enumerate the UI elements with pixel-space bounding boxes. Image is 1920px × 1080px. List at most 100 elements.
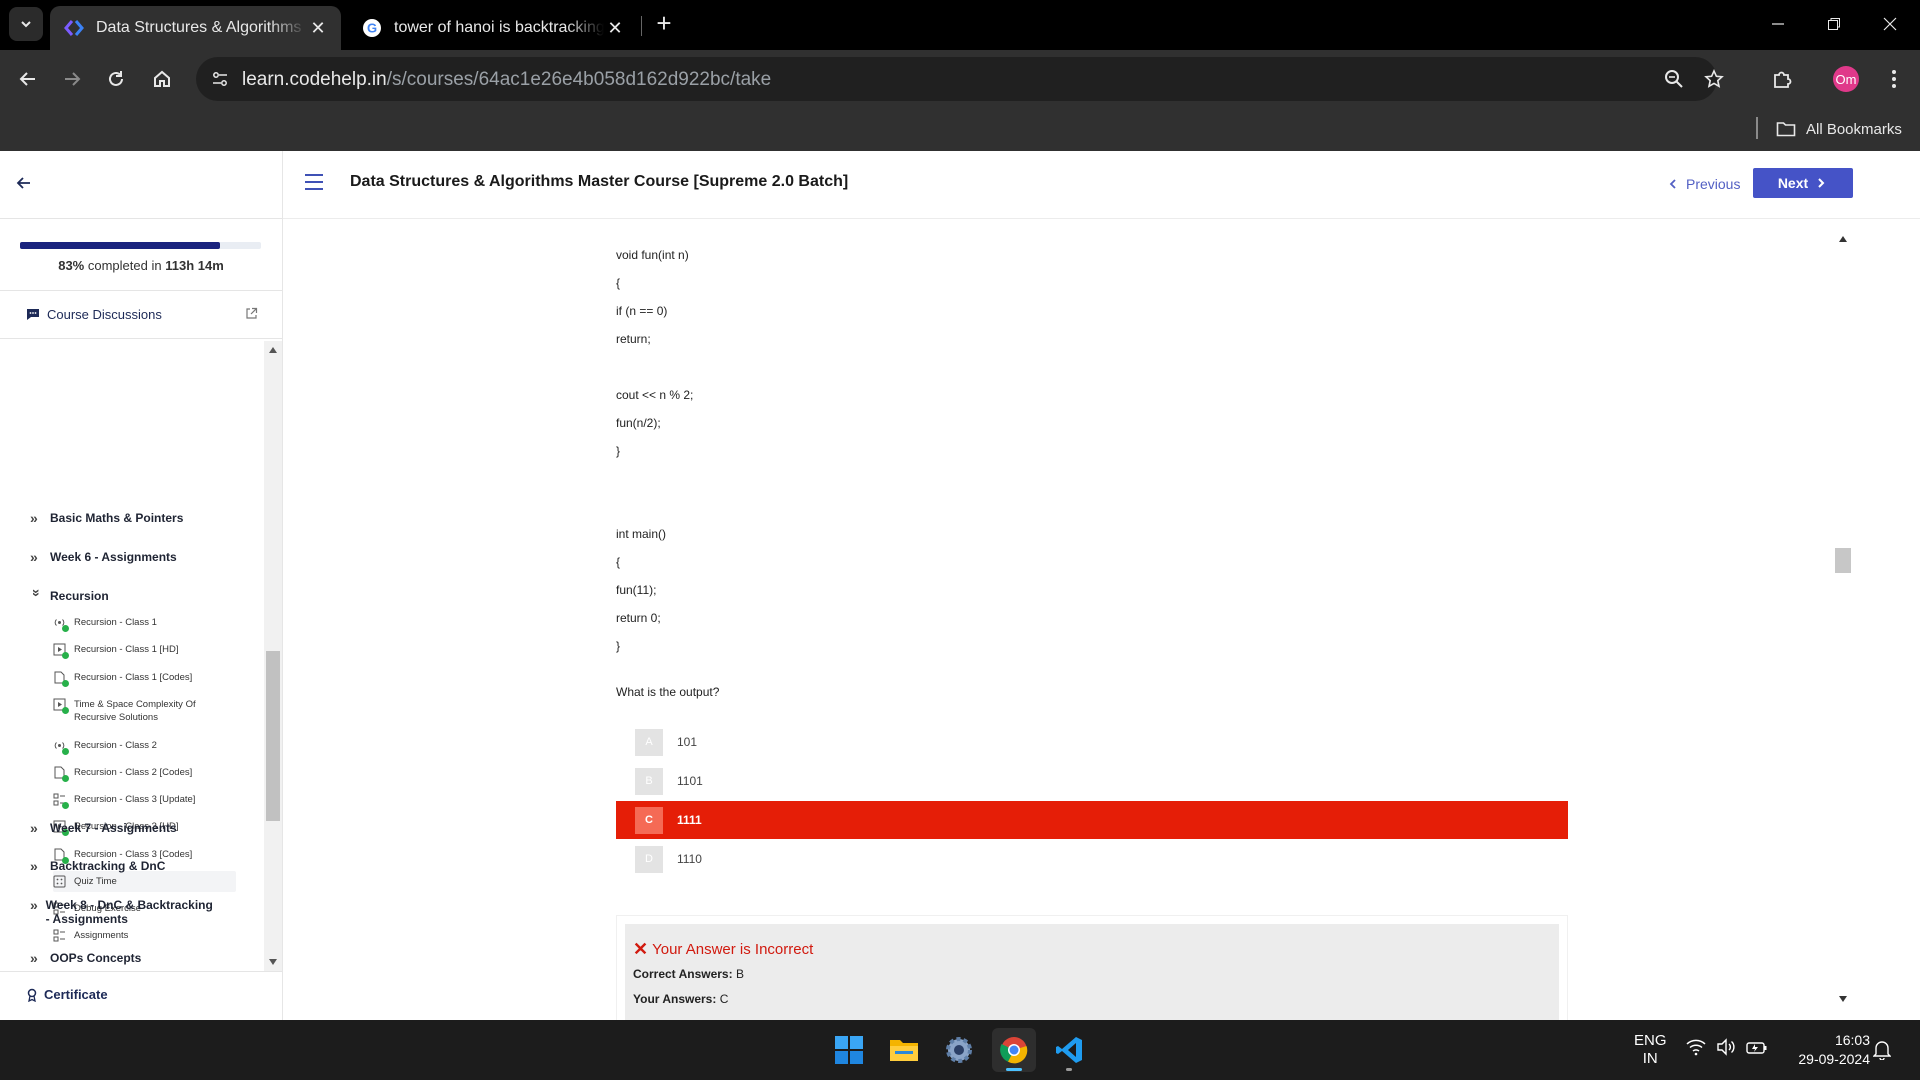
lesson-label: Quiz Time	[74, 876, 117, 887]
lesson-quiz-time[interactable]: Quiz Time	[53, 871, 236, 892]
tab-search-button[interactable]	[9, 7, 43, 41]
system-clock[interactable]: 16:03 29-09-2024	[1780, 1031, 1870, 1069]
back-button[interactable]	[12, 63, 44, 95]
lang-line-1: ENG	[1634, 1032, 1667, 1049]
browser-menu-button[interactable]	[1878, 63, 1910, 95]
active-indicator	[1006, 1068, 1022, 1071]
code-line: return;	[616, 332, 651, 346]
arrow-right-icon	[65, 72, 81, 86]
tab-codehelp[interactable]: Data Structures & Algorithms Master Cour…	[50, 6, 341, 50]
answer-option-a[interactable]: A 101	[616, 723, 1568, 761]
new-tab-button[interactable]: +	[650, 10, 678, 38]
input-language-indicator[interactable]: ENG IN	[1634, 1032, 1667, 1068]
url-text: learn.codehelp.in/s/courses/64ac1e26e4b0…	[242, 69, 771, 91]
chevron-double-right-icon: »	[30, 858, 38, 874]
chrome-icon[interactable]	[992, 1028, 1036, 1072]
all-bookmarks-button[interactable]: All Bookmarks	[1776, 117, 1902, 141]
address-bar[interactable]: learn.codehelp.in/s/courses/64ac1e26e4b0…	[196, 57, 1724, 101]
external-link-icon	[246, 307, 258, 319]
home-icon	[154, 70, 170, 87]
reload-icon	[109, 71, 123, 86]
doc-icon	[53, 671, 69, 687]
home-button[interactable]	[146, 63, 178, 95]
tab-google-search[interactable]: G tower of hanoi is backtracking algorit…	[348, 6, 638, 50]
lesson-recursion-class-1-hd[interactable]: Recursion - Class 1 [HD]	[53, 643, 236, 659]
lesson-recursion-class-1[interactable]: Recursion - Class 1	[53, 616, 236, 632]
sidebar-scrollbar[interactable]	[264, 341, 282, 971]
profile-avatar[interactable]: Om	[1833, 66, 1859, 92]
course-title: Data Structures & Algorithms Master Cour…	[350, 173, 849, 190]
restore-icon	[1828, 18, 1840, 30]
scroll-up-arrow[interactable]	[269, 347, 277, 353]
lesson-recursion-class-1-codes[interactable]: Recursion - Class 1 [Codes]	[53, 671, 236, 687]
wifi-icon	[1686, 1039, 1706, 1056]
url-domain: learn.codehelp.in	[242, 69, 387, 90]
scrollbar-thumb[interactable]	[1835, 548, 1851, 573]
scrollbar-thumb[interactable]	[266, 651, 280, 821]
lesson-time-space-complexity[interactable]: Time & Space Complexity Of Recursive Sol…	[53, 698, 236, 724]
lesson-recursion-class-2-codes[interactable]: Recursion - Class 2 [Codes]	[53, 766, 236, 782]
lesson-recursion-class-3-update[interactable]: Recursion - Class 3 [Update]	[53, 793, 236, 809]
extensions-button[interactable]	[1766, 63, 1798, 95]
close-tab-icon[interactable]: ✕	[604, 17, 626, 39]
bookmark-star-icon[interactable]	[1702, 67, 1726, 91]
section-oops-concepts[interactable]: » OOPs Concepts	[30, 951, 141, 965]
bookmarks-bar: All Bookmarks	[0, 108, 1920, 151]
section-week-7-assignments[interactable]: » Week 7 - Assignments	[30, 821, 177, 835]
vscode-icon[interactable]	[1047, 1028, 1091, 1072]
scroll-up-arrow[interactable]	[1839, 236, 1847, 242]
course-header: Data Structures & Algorithms Master Cour…	[283, 151, 1920, 219]
web-page: 83% completed in 113h 14m Course Discuss…	[0, 151, 1920, 1020]
section-week-6-assignments[interactable]: » Week 6 - Assignments	[30, 550, 177, 564]
incorrect-x-icon: ✕	[633, 939, 649, 959]
answer-option-b[interactable]: B 1101	[616, 762, 1568, 800]
divider	[0, 290, 282, 291]
code-line: }	[616, 444, 621, 458]
answer-option-d[interactable]: D 1110	[616, 840, 1568, 878]
restore-button[interactable]	[1806, 0, 1862, 48]
settings-icon[interactable]	[937, 1028, 981, 1072]
lesson-assignments[interactable]: Assignments	[53, 929, 236, 942]
minimize-button[interactable]	[1750, 0, 1806, 48]
reload-button[interactable]	[100, 63, 132, 95]
windows-start-icon[interactable]	[827, 1028, 871, 1072]
close-tab-icon[interactable]: ✕	[307, 17, 329, 39]
certificate-link[interactable]: Certificate	[26, 987, 108, 1002]
next-button[interactable]: Next	[1753, 168, 1853, 198]
quiz-content: void fun(int n) { if (n == 0) return; co…	[283, 220, 1840, 1020]
chevron-double-right-icon: »	[30, 950, 38, 966]
lesson-label: Recursion - Class 1 [Codes]	[74, 672, 193, 683]
site-info-icon[interactable]	[206, 65, 234, 93]
tab-title: Data Structures & Algorithms Master Cour…	[96, 19, 307, 36]
list-icon	[53, 929, 66, 942]
svg-text:G: G	[367, 21, 377, 36]
section-backtracking-dnc[interactable]: » Backtracking & DnC	[30, 859, 165, 873]
answer-option-c[interactable]: C 1111	[616, 801, 1568, 839]
section-basic-maths-pointers[interactable]: » Basic Maths & Pointers	[30, 511, 183, 525]
lesson-label: Recursion - Class 1	[74, 617, 157, 628]
bookmarks-separator	[1756, 117, 1758, 139]
scroll-down-arrow[interactable]	[1839, 996, 1847, 1002]
close-window-button[interactable]	[1862, 0, 1918, 48]
option-text: 101	[677, 735, 698, 749]
notification-bell-icon[interactable]	[1873, 1040, 1891, 1060]
course-discussions-link[interactable]: Course Discussions	[26, 303, 258, 325]
menu-toggle-icon[interactable]	[305, 174, 325, 192]
volume-icon	[1717, 1038, 1735, 1056]
file-explorer-icon[interactable]	[882, 1028, 926, 1072]
section-week-8-dnc-backtracking[interactable]: » Week 8 - DnC & Backtracking - Assignme…	[30, 898, 220, 926]
certificate-label: Certificate	[44, 987, 108, 1002]
lesson-recursion-class-2[interactable]: Recursion - Class 2	[53, 739, 236, 755]
section-recursion[interactable]: » Recursion	[29, 589, 109, 603]
chevron-down-icon	[21, 21, 31, 28]
forward-button[interactable]	[56, 63, 88, 95]
scroll-down-arrow[interactable]	[269, 959, 277, 965]
back-to-course-button[interactable]	[12, 171, 36, 195]
content-scrollbar[interactable]	[1834, 234, 1852, 1004]
previous-button[interactable]: Previous	[1666, 172, 1740, 196]
zoom-icon[interactable]	[1662, 67, 1686, 91]
system-tray[interactable]	[1686, 1038, 1768, 1056]
video-icon	[53, 698, 69, 714]
course-progress-fill	[20, 242, 221, 249]
chevron-right-icon	[1818, 178, 1825, 188]
